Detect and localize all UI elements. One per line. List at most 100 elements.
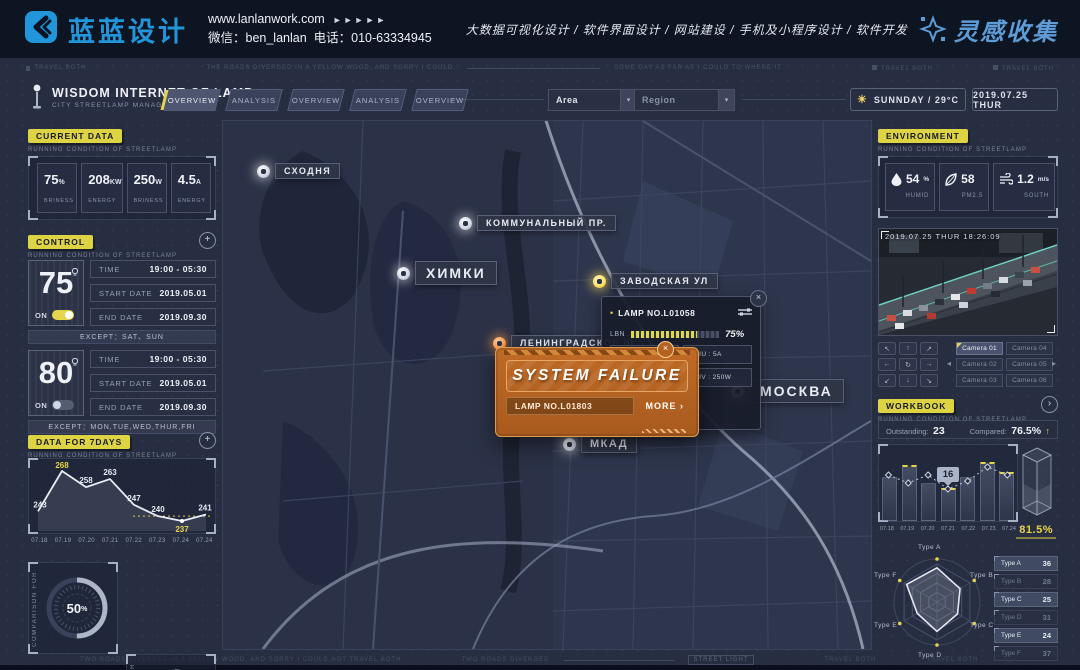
comparison-gauge-2: COMPARISON FOR 46% <box>126 654 216 670</box>
next-cameras-button[interactable]: ▸ <box>1050 356 1058 371</box>
tab-analysis-2[interactable]: ANALYSIS <box>349 89 406 111</box>
control-block-1: 75 ON TIME19:00 - 05:30 START DATE2019.0… <box>28 260 216 326</box>
radar-label-f: Type F <box>874 572 897 579</box>
panel-subtitle: RUNNING CONDITION OF STREETLAMP <box>28 253 216 259</box>
phone-label: 电话：010-63334945 <box>314 31 432 45</box>
pan-up-right-button[interactable]: ↗ <box>920 342 938 355</box>
add-schedule-button[interactable]: + <box>199 232 216 249</box>
weather-text: SUNNDAY / 29°C <box>874 95 959 105</box>
brightness-level-box: 75 ON <box>28 260 84 326</box>
bar-tooltip: 16 <box>937 467 959 482</box>
toggle-on[interactable] <box>52 310 74 320</box>
camera-06-button[interactable]: Camera 06 <box>1006 374 1053 387</box>
prev-cameras-button[interactable]: ◂ <box>945 356 953 371</box>
stat-energy-kw: 208KW ENERGY <box>81 163 122 213</box>
brand-name: 蓝蓝设计 <box>68 10 188 49</box>
lamp-pin-icon[interactable] <box>397 267 410 280</box>
streetlamp-icon <box>30 84 44 110</box>
camera-01-button[interactable]: Camera 01 <box>956 342 1003 355</box>
type-b-row[interactable]: Type B28 <box>994 574 1058 589</box>
radar-label-c: Type C <box>970 622 994 629</box>
end-date-row: END DATE2019.09.30 <box>90 398 216 416</box>
type-f-row[interactable]: Type F37 <box>994 646 1058 661</box>
pan-up-button[interactable]: ↑ <box>899 342 917 355</box>
lamp-pin-icon[interactable] <box>459 217 472 230</box>
wind-icon <box>999 173 1013 185</box>
lamp-pin-yellow-icon[interactable] <box>593 275 606 288</box>
svg-text:241: 241 <box>198 504 212 513</box>
top-banner: 蓝蓝设计 www.lanlanwork.com►►►►► 微信：ben_lanl… <box>0 0 1080 58</box>
lanlan-logo-icon <box>24 10 58 49</box>
svg-text:268: 268 <box>55 461 69 470</box>
map-label-kommunalny[interactable]: КОММУНАЛЬНЫЙ ПР. <box>459 215 616 231</box>
type-c-row[interactable]: Type C25 <box>994 592 1058 607</box>
collection-brand: 灵感收集 <box>919 12 1058 47</box>
camera-04-button[interactable]: Camera 04 <box>1006 342 1053 355</box>
alert-lamp-id: LAMP NO.L01803 <box>506 397 634 415</box>
workbook-x-axis: 07.1807.1907.2007.2107.2207.2307.24 <box>878 526 1018 532</box>
lbn-value: 75% <box>725 329 744 340</box>
website-link[interactable]: www.lanlanwork.com <box>208 12 325 26</box>
close-icon[interactable]: × <box>657 341 674 358</box>
camera-05-button[interactable]: Camera 05 <box>1006 358 1053 371</box>
sun-icon: ☀ <box>857 93 868 106</box>
camera-02-button[interactable]: Camera 02 <box>956 358 1003 371</box>
city-map[interactable]: СХОДНЯ КОММУНАЛЬНЫЙ ПР. ХИМКИ ЗАВОДСКАЯ … <box>222 120 872 650</box>
type-e-row[interactable]: Type E24 <box>994 628 1058 643</box>
tab-analysis-1[interactable]: ANALYSIS <box>225 89 282 111</box>
current-data-panel: CURRENT DATA RUNNING CONDITION OF STREET… <box>28 126 216 228</box>
services-list: 大数据可视化设计 / 软件界面设计 / 网站建设 / 手机及小程序设计 / 软件… <box>466 21 908 38</box>
tab-overview-2[interactable]: OVERVIEW <box>287 89 344 111</box>
svg-text:263: 263 <box>103 468 117 477</box>
environment-panel: ENVIRONMENT RUNNING CONDITION OF STREETL… <box>878 126 1058 224</box>
chevron-down-icon[interactable]: ▾ <box>718 90 734 110</box>
expand-button[interactable]: › <box>1041 396 1058 413</box>
gauge-value: 46% <box>138 663 212 670</box>
week-line-chart: 243268258263247240237241 <box>28 458 216 534</box>
contact-block: www.lanlanwork.com►►►►► 微信：ben_lanlan 电话… <box>208 10 432 49</box>
camera-03-button[interactable]: Camera 03 <box>956 374 1003 387</box>
region-select[interactable]: Region ▾ <box>634 89 735 111</box>
radar-label-b: Type B <box>970 572 993 579</box>
workbook-total: 81.5% <box>1016 524 1056 539</box>
lamp-pin-icon[interactable] <box>563 438 576 451</box>
pan-right-button[interactable]: → <box>920 358 938 371</box>
arrows-decor: ►►►►► <box>333 15 388 25</box>
bulb-icon <box>71 354 79 372</box>
gauge-value: 50% <box>40 571 114 645</box>
hazard-stripes <box>642 429 686 433</box>
pan-down-right-button[interactable]: ↘ <box>920 374 938 387</box>
area-select[interactable]: Area ▾ <box>548 89 637 111</box>
camera-feed[interactable]: 2019.07.25 THUR 18:26:09 <box>878 228 1058 336</box>
radar-label-e: Type E <box>874 622 897 629</box>
reset-view-button[interactable]: ↻ <box>899 358 917 371</box>
pan-down-button[interactable]: ↓ <box>899 374 917 387</box>
toggle-off[interactable] <box>52 400 74 410</box>
up-arrow-icon: ↑ <box>1046 426 1051 436</box>
pan-left-button[interactable]: ← <box>878 358 896 371</box>
leaf-icon <box>945 173 957 186</box>
pan-up-left-button[interactable]: ↖ <box>878 342 896 355</box>
type-d-row[interactable]: Type D31 <box>994 610 1058 625</box>
system-failure-alert: × SYSTEM FAILURE LAMP NO.L01803 MORE › <box>495 347 699 437</box>
map-label-skhodnya[interactable]: СХОДНЯ <box>257 163 340 179</box>
type-a-row[interactable]: Type A36 <box>994 556 1058 571</box>
brightness-level-box: 80 ON <box>28 350 84 416</box>
radar-label-d: Type D <box>918 652 942 659</box>
deco-strip-top: TRAVEL BOTH THE ROADS DIVERGED IN A YELL… <box>26 62 1054 74</box>
pan-down-left-button[interactable]: ↙ <box>878 374 896 387</box>
tab-overview-3[interactable]: OVERVIEW <box>411 89 468 111</box>
map-label-zavodskaya[interactable]: ЗАВОДСКАЯ УЛ <box>593 273 718 289</box>
workbook-stats: Outstanding: 23 Compared: 76.5% ↑ <box>878 420 1058 439</box>
tab-overview-1[interactable]: OVERVIEW <box>163 89 220 111</box>
lamp-pin-icon[interactable] <box>257 165 270 178</box>
map-label-khimki[interactable]: ХИМКИ <box>397 261 497 285</box>
close-icon[interactable]: × <box>750 290 767 307</box>
map-label-mkad[interactable]: МКАД <box>563 435 637 453</box>
more-button[interactable]: MORE › <box>642 398 689 414</box>
expand-button[interactable]: + <box>199 432 216 449</box>
humidity-card: 54% HUMID <box>885 163 935 211</box>
svg-text:237: 237 <box>175 525 189 533</box>
sliders-icon[interactable] <box>738 304 752 322</box>
camera-dpad: ↖ ↑ ↗ ← ↻ → ↙ ↓ ↘ <box>878 342 938 387</box>
